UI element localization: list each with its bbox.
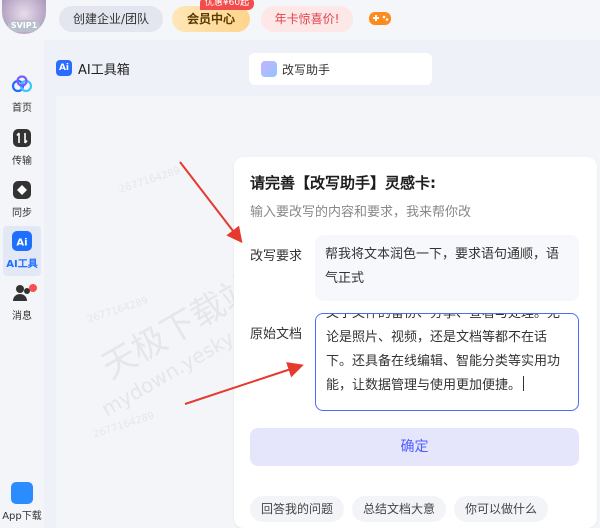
sidebar-item-home[interactable]: 首页 <box>0 74 44 124</box>
sidebar-item-ai-tools[interactable]: Ai AI工具 <box>3 226 41 276</box>
svg-text:Ai: Ai <box>16 238 27 249</box>
promo-tag: 优惠¥60起 <box>200 0 254 10</box>
requirement-label: 改写要求 <box>250 249 303 264</box>
rewrite-card: 请完善【改写助手】灵感卡: 输入要改写的内容和要求，我来帮你改 改写要求 帮我将… <box>234 157 597 528</box>
document-label: 原始文档 <box>250 327 303 342</box>
suggestion-chip[interactable]: 你可以做什么 <box>454 496 548 522</box>
avatar[interactable]: SVIP1 <box>2 0 46 34</box>
phone-icon <box>11 482 33 504</box>
tools-header: Ai AI工具箱 改写助手 <box>56 40 600 96</box>
document-line: 文字文件的备份、分享、查看与处理。无 <box>326 313 561 321</box>
tab-rewrite-assistant[interactable]: 改写助手 <box>249 53 432 85</box>
notification-dot <box>29 284 37 292</box>
requirement-field[interactable]: 帮我将文本润色一下，要求语句通顺，语气正式 <box>315 235 579 301</box>
sidebar-item-label: 首页 <box>12 103 32 114</box>
sidebar-item-sync[interactable]: 同步 <box>0 179 44 229</box>
sync-icon <box>13 181 31 199</box>
gamepad-icon[interactable] <box>368 9 392 27</box>
document-textarea[interactable]: 文字文件的备份、分享、查看与处理。无 论是照片、视频，还是文档等都不在话 下。还… <box>315 313 579 411</box>
ai-toolbox-title: AI工具箱 <box>78 63 130 78</box>
sidebar-item-label: 同步 <box>12 208 32 219</box>
ai-tools-icon: Ai <box>12 231 32 251</box>
suggestion-chip[interactable]: 总结文档大意 <box>352 496 446 522</box>
transfer-icon <box>13 129 31 147</box>
suggestion-chip[interactable]: 回答我的问题 <box>250 496 344 522</box>
app-download-label: App下载 <box>2 511 42 522</box>
tab-label: 改写助手 <box>282 63 331 77</box>
top-bar: SVIP1 创建企业/团队 会员中心 优惠¥60起 年卡惊喜价! <box>0 0 600 40</box>
sidebar-item-messages[interactable]: 消息 <box>0 282 44 332</box>
sidebar-item-transfer[interactable]: 传输 <box>0 127 44 177</box>
app-download-button[interactable]: App下载 <box>0 482 44 528</box>
sidebar-item-label: 传输 <box>12 156 32 167</box>
create-enterprise-button[interactable]: 创建企业/团队 <box>59 6 163 32</box>
cloud-home-icon <box>11 75 33 93</box>
sidebar-item-label: AI工具 <box>6 259 38 270</box>
document-line: 下。还具备在线编辑、智能分类等实用功 <box>326 354 561 369</box>
card-subtitle: 输入要改写的内容和要求，我来帮你改 <box>250 205 472 220</box>
rewrite-assistant-icon <box>261 61 277 77</box>
text-caret <box>523 376 525 391</box>
confirm-button[interactable]: 确定 <box>250 428 579 466</box>
document-line: 能，让数据管理与使用更加便捷。 <box>326 378 522 393</box>
vip-badge: SVIP1 <box>8 20 40 32</box>
sidebar: 首页 传输 同步 Ai AI工具 消息 App下载 <box>0 40 44 528</box>
ai-toolbox-icon: Ai <box>56 60 72 76</box>
document-line: 论是照片、视频，还是文档等都不在话 <box>326 330 548 345</box>
sidebar-item-label: 消息 <box>12 311 32 322</box>
annual-card-sale-button[interactable]: 年卡惊喜价! <box>261 6 353 32</box>
card-title: 请完善【改写助手】灵感卡: <box>250 174 436 192</box>
